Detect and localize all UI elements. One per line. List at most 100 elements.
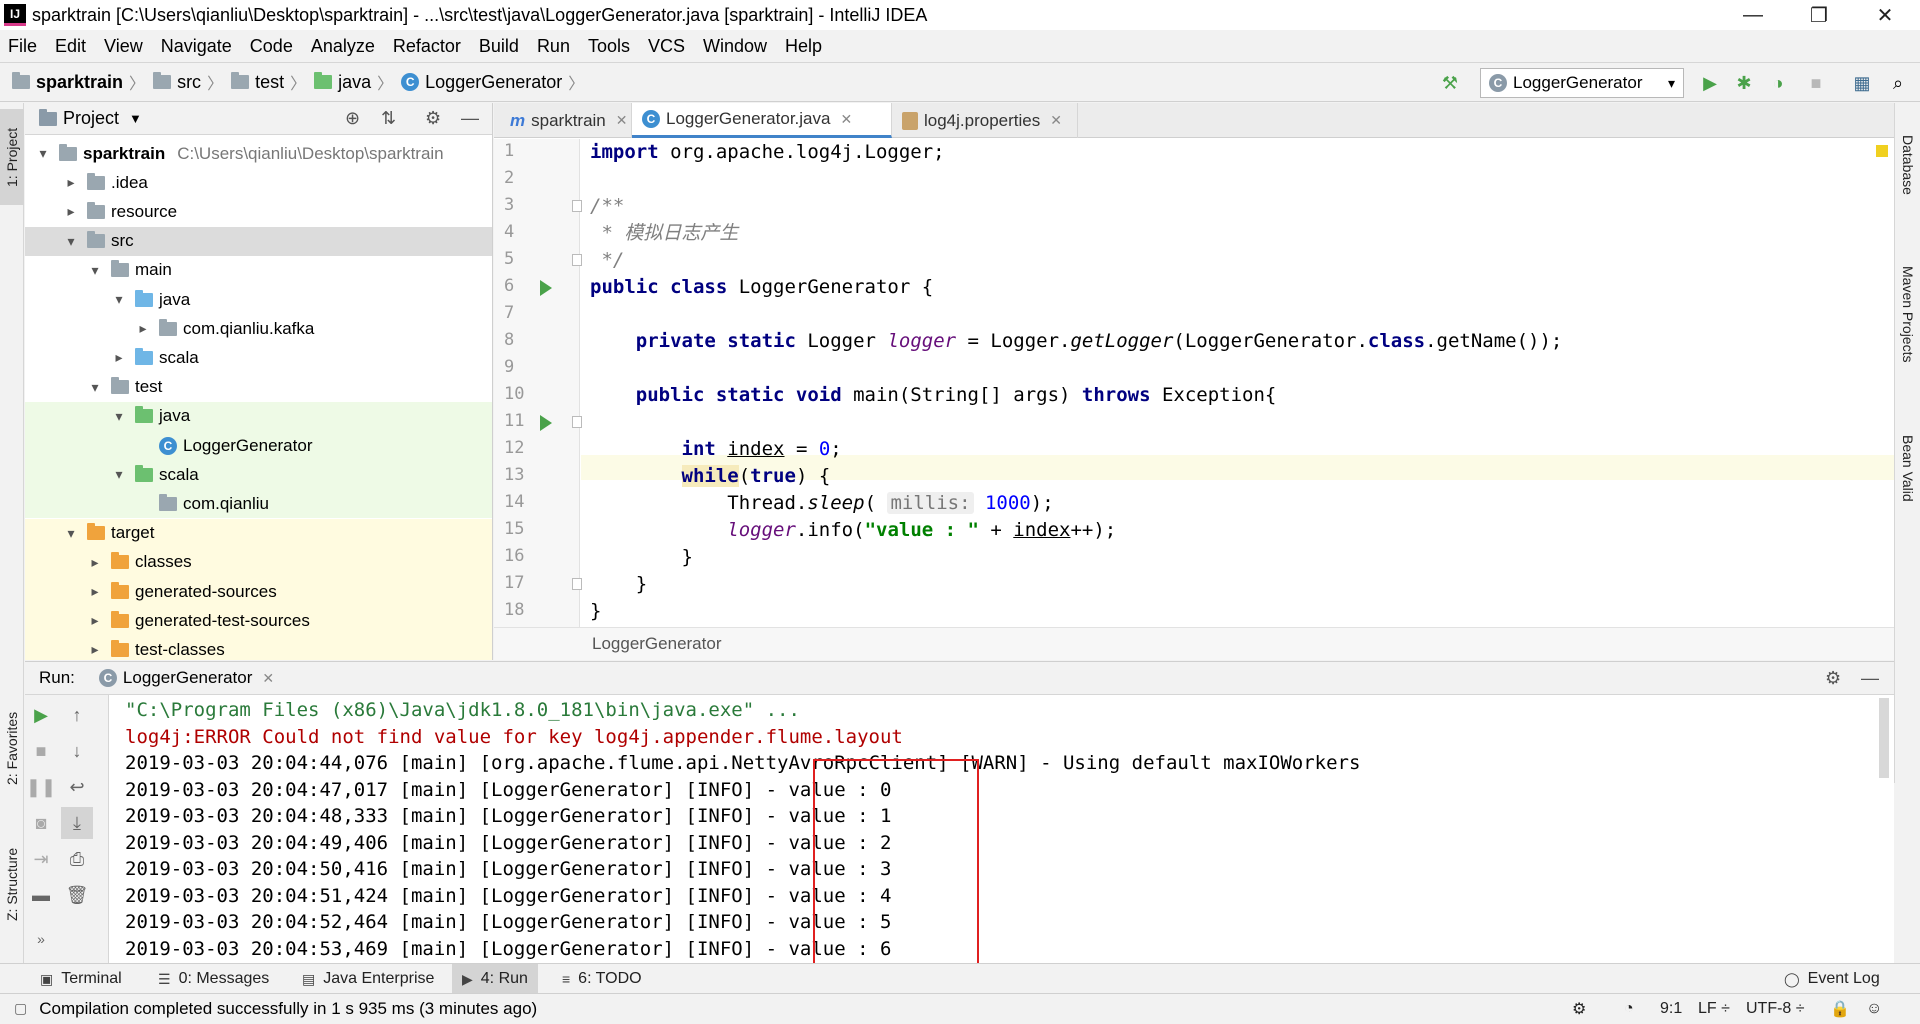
chevron-down-icon[interactable]: ▾	[63, 525, 79, 542]
tree-item-src[interactable]: ▾ src	[25, 226, 492, 256]
build-hammer-icon[interactable]: ⚒	[1438, 71, 1462, 95]
code-line-4[interactable]: * 模拟日志产生	[590, 220, 738, 246]
login-icon[interactable]: ⇥	[29, 847, 53, 871]
coverage-icon[interactable]: ◑	[1766, 71, 1790, 95]
project-structure-icon[interactable]: ▦	[1850, 71, 1874, 95]
run-main-gutter-icon[interactable]	[540, 415, 552, 431]
chevron-right-icon[interactable]: ▸	[87, 554, 103, 571]
database-tool-tab[interactable]: Database	[1895, 115, 1920, 215]
code-line-12[interactable]: int index = 0;	[590, 436, 842, 462]
scroll-to-end-icon[interactable]: ⤓	[61, 807, 93, 839]
camera-icon[interactable]: ◙	[29, 811, 53, 835]
tree-item-loggergenerator[interactable]: C LoggerGenerator	[25, 431, 492, 460]
menu-refactor[interactable]: Refactor	[393, 36, 461, 57]
tree-item-test-classes[interactable]: ▸ test-classes	[25, 635, 492, 660]
memory-indicator-icon[interactable]: ◔	[1624, 994, 1634, 1024]
menu-run[interactable]: Run	[537, 36, 570, 57]
code-line-3[interactable]: /**	[590, 193, 624, 219]
run-config-select[interactable]: C LoggerGenerator ▾	[1480, 68, 1684, 98]
pause-icon[interactable]: ❚❚	[26, 775, 56, 799]
maven-tool-tab[interactable]: Maven Projects	[1895, 239, 1920, 389]
chevron-down-icon[interactable]: ▾	[111, 408, 127, 425]
breadcrumb-src[interactable]: src 〉	[153, 70, 223, 94]
tree-item-java[interactable]: ▾ java	[25, 285, 492, 314]
lock-icon[interactable]: 🔒	[1830, 994, 1850, 1024]
tree-item-com-qianliu-kafka[interactable]: ▸ com.qianliu.kafka	[25, 314, 492, 343]
menu-analyze[interactable]: Analyze	[311, 36, 375, 57]
gear-icon[interactable]: ⚙	[1825, 668, 1841, 689]
structure-tool-tab[interactable]: Z: Structure	[0, 829, 24, 939]
soft-wrap-icon[interactable]: ↩	[65, 775, 89, 799]
code-line-16[interactable]: }	[590, 544, 693, 570]
console-output[interactable]: "C:\Program Files (x86)\Java\jdk1.8.0_18…	[109, 695, 1894, 964]
down-arrow-icon[interactable]: ↓	[65, 739, 89, 763]
file-encoding[interactable]: UTF-8 ÷	[1746, 994, 1805, 1024]
layout-icon[interactable]: ▬	[29, 883, 53, 907]
tree-item-scala[interactable]: ▾ scala	[25, 460, 492, 490]
collapse-all-icon[interactable]: ⇅	[381, 108, 396, 129]
tree-item-main[interactable]: ▾ main	[25, 256, 492, 285]
close-icon[interactable]: ✕	[616, 112, 628, 129]
menu-code[interactable]: Code	[250, 36, 293, 57]
stop-icon[interactable]: ■	[29, 739, 53, 763]
chevron-down-icon[interactable]: ▾	[35, 145, 51, 162]
tree-item-generated-test-sources[interactable]: ▸ generated-test-sources	[25, 606, 492, 636]
console-scrollbar[interactable]	[1879, 698, 1889, 778]
menu-tools[interactable]: Tools	[588, 36, 630, 57]
cursor-position[interactable]: 9:1	[1660, 994, 1682, 1024]
code-line-14[interactable]: Thread.sleep( millis: 1000);	[590, 490, 1054, 516]
tree-item-java[interactable]: ▾ java	[25, 401, 492, 431]
chevron-right-icon[interactable]: ▸	[87, 583, 103, 600]
tab-loggergenerator[interactable]: C LoggerGenerator.java ✕	[632, 103, 892, 138]
breadcrumb-class[interactable]: C LoggerGenerator 〉	[401, 70, 584, 94]
run-tab-loggergenerator[interactable]: C LoggerGenerator ✕	[98, 668, 274, 688]
inspection-status-icon[interactable]	[1876, 145, 1888, 157]
chevron-right-icon[interactable]: ▸	[135, 320, 151, 337]
up-arrow-icon[interactable]: ↑	[65, 703, 89, 727]
fold-icon[interactable]	[572, 578, 582, 590]
maximize-button[interactable]: ❐	[1790, 0, 1848, 30]
rerun-icon[interactable]: ▶	[29, 703, 53, 727]
line-separator[interactable]: LF ÷	[1698, 994, 1730, 1024]
more-icon[interactable]: »	[29, 927, 53, 951]
run-tool-tab[interactable]: ▶ 4: Run	[452, 964, 538, 994]
favorites-tool-tab[interactable]: 2: Favorites	[0, 693, 24, 803]
locate-icon[interactable]: ⊕	[345, 108, 360, 129]
gear-icon[interactable]: ⚙	[1572, 994, 1586, 1024]
trash-icon[interactable]: 🗑	[65, 883, 89, 907]
tree-item--idea[interactable]: ▸ .idea	[25, 168, 492, 197]
chevron-right-icon[interactable]: ▸	[87, 641, 103, 658]
code-line-13[interactable]: while(true) {	[590, 463, 830, 489]
code-line-1[interactable]: import org.apache.log4j.Logger;	[590, 139, 945, 165]
tab-log4j-properties[interactable]: log4j.properties ✕	[892, 103, 1078, 138]
tree-item-sparktrain[interactable]: ▾ sparktrain C:\Users\qianliu\Desktop\spar…	[25, 139, 492, 168]
code-line-6[interactable]: public class LoggerGenerator {	[590, 274, 933, 300]
menu-window[interactable]: Window	[703, 36, 767, 57]
breadcrumb-java[interactable]: java 〉	[314, 70, 393, 94]
menu-help[interactable]: Help	[785, 36, 822, 57]
menu-edit[interactable]: Edit	[55, 36, 86, 57]
chevron-right-icon[interactable]: ▸	[111, 349, 127, 366]
gear-icon[interactable]: ⚙	[425, 108, 441, 129]
menu-navigate[interactable]: Navigate	[161, 36, 232, 57]
chevron-right-icon[interactable]: ▸	[87, 612, 103, 629]
hector-icon[interactable]: ☺	[1866, 994, 1882, 1024]
tree-item-resource[interactable]: ▸ resource	[25, 197, 492, 226]
chevron-down-icon[interactable]: ▾	[63, 233, 79, 250]
bean-validation-tool-tab[interactable]: Bean Valid	[1895, 413, 1920, 523]
menu-file[interactable]: File	[8, 36, 37, 57]
tree-item-classes[interactable]: ▸ classes	[25, 547, 492, 577]
chevron-down-icon[interactable]: ▾	[87, 262, 103, 279]
terminal-tool-tab[interactable]: ▣ Terminal	[40, 964, 122, 994]
search-icon[interactable]: ⌕	[1886, 71, 1910, 95]
print-icon[interactable]: ⎙	[65, 847, 89, 871]
chevron-down-icon[interactable]: ▾	[111, 291, 127, 308]
breadcrumb-test[interactable]: test 〉	[231, 70, 306, 94]
hide-icon[interactable]: —	[1861, 668, 1879, 689]
code-line-18[interactable]: }	[590, 598, 601, 624]
hide-icon[interactable]: —	[461, 108, 479, 129]
close-icon[interactable]: ✕	[262, 670, 274, 687]
close-icon[interactable]: ✕	[1050, 112, 1062, 129]
event-log-tool-tab[interactable]: ◯ Event Log	[1784, 964, 1880, 994]
tree-item-test[interactable]: ▾ test	[25, 373, 492, 402]
